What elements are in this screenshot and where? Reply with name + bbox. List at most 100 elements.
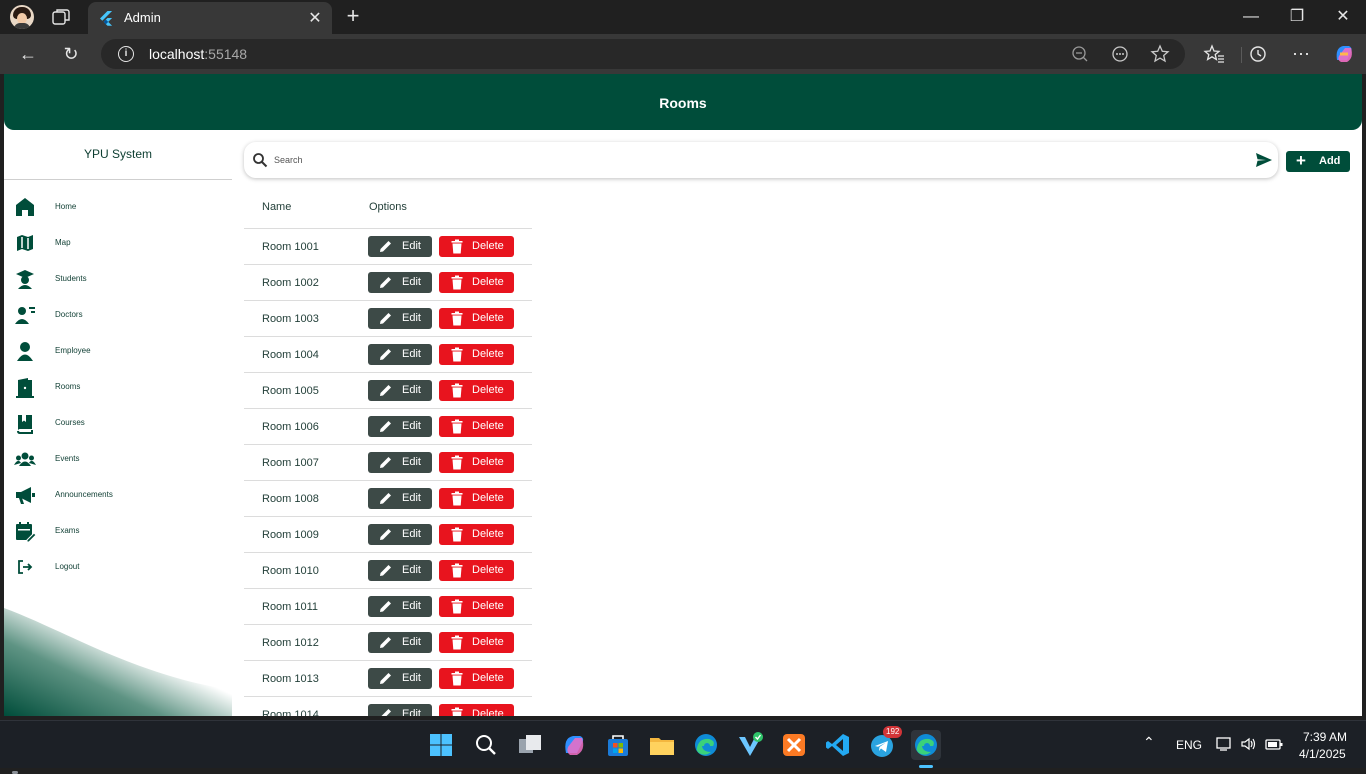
edit-button[interactable]: Edit bbox=[368, 632, 432, 653]
sidebar-item-home[interactable]: Home bbox=[4, 190, 232, 226]
room-name: Room 1004 bbox=[262, 349, 319, 361]
windows-start-icon[interactable] bbox=[426, 730, 456, 760]
delete-button-label: Delete bbox=[472, 348, 504, 360]
column-header-name: Name bbox=[262, 201, 292, 213]
delete-button[interactable]: Delete bbox=[439, 308, 514, 329]
profile-avatar[interactable] bbox=[10, 5, 34, 29]
trash-icon bbox=[451, 635, 463, 650]
edit-button[interactable]: Edit bbox=[368, 452, 432, 473]
zoom-out-icon[interactable] bbox=[1069, 44, 1091, 64]
room-name: Room 1002 bbox=[262, 277, 319, 289]
new-tab-icon[interactable]: + bbox=[342, 4, 364, 28]
network-icon[interactable] bbox=[1216, 736, 1234, 752]
volume-icon[interactable] bbox=[1240, 736, 1258, 752]
minimize-icon[interactable]: — bbox=[1236, 5, 1266, 29]
edit-button[interactable]: Edit bbox=[368, 524, 432, 545]
url-text[interactable]: localhost:55148 bbox=[149, 46, 247, 62]
table-row: Room 1010 Edit Delete bbox=[244, 552, 532, 588]
edit-button[interactable]: Edit bbox=[368, 380, 432, 401]
edit-button[interactable]: Edit bbox=[368, 236, 432, 257]
search-icon[interactable] bbox=[471, 730, 501, 760]
language-indicator[interactable]: ENG bbox=[1176, 738, 1202, 752]
clock-time[interactable]: 7:39 AM bbox=[1303, 730, 1347, 744]
graduation-cap-icon bbox=[16, 270, 34, 289]
sidebar-item-employee[interactable]: Employee bbox=[4, 334, 232, 370]
send-icon[interactable] bbox=[1255, 152, 1273, 168]
copilot-icon[interactable] bbox=[559, 730, 589, 760]
sidebar-item-students[interactable]: Students bbox=[4, 262, 232, 298]
delete-button[interactable]: Delete bbox=[439, 236, 514, 257]
favorites-icon[interactable] bbox=[1201, 42, 1227, 66]
sidebar-item-rooms[interactable]: Rooms bbox=[4, 370, 232, 406]
trash-icon bbox=[451, 275, 463, 290]
delete-button[interactable]: Delete bbox=[439, 452, 514, 473]
edge-active-icon[interactable] bbox=[911, 730, 941, 760]
favorite-star-icon[interactable] bbox=[1149, 44, 1171, 64]
delete-button[interactable]: Delete bbox=[439, 344, 514, 365]
delete-button[interactable]: Delete bbox=[439, 668, 514, 689]
close-window-icon[interactable]: ✕ bbox=[1328, 5, 1358, 29]
room-name: Room 1006 bbox=[262, 421, 319, 433]
history-icon[interactable] bbox=[1245, 42, 1271, 66]
back-icon[interactable]: ← bbox=[15, 42, 41, 66]
task-view-icon[interactable] bbox=[515, 730, 545, 760]
refresh-icon[interactable]: ↻ bbox=[58, 42, 84, 66]
edit-button[interactable]: Edit bbox=[368, 560, 432, 581]
edit-button[interactable]: Edit bbox=[368, 272, 432, 293]
table-row: Room 1006 Edit Delete bbox=[244, 408, 532, 444]
close-tab-icon[interactable]: ✕ bbox=[306, 8, 324, 28]
trash-icon bbox=[451, 383, 463, 398]
edge-icon[interactable] bbox=[691, 730, 721, 760]
microsoft-store-icon[interactable] bbox=[603, 730, 633, 760]
trash-icon bbox=[451, 239, 463, 254]
telegram-icon[interactable]: 192 bbox=[867, 726, 903, 760]
file-explorer-icon[interactable] bbox=[647, 730, 677, 760]
edit-button[interactable]: Edit bbox=[368, 488, 432, 509]
sidebar-item-announcements[interactable]: Announcements bbox=[4, 478, 232, 514]
edit-button[interactable]: Edit bbox=[368, 344, 432, 365]
sidebar-item-logout[interactable]: Logout bbox=[4, 550, 232, 586]
clock-date[interactable]: 4/1/2025 bbox=[1299, 747, 1346, 761]
sidebar-item-courses[interactable]: Courses bbox=[4, 406, 232, 442]
settings-more-icon[interactable]: ⋯ bbox=[1288, 42, 1314, 66]
delete-button[interactable]: Delete bbox=[439, 416, 514, 437]
vscode-icon[interactable] bbox=[823, 730, 853, 760]
trash-icon bbox=[451, 347, 463, 362]
battery-icon[interactable] bbox=[1264, 736, 1284, 752]
pencil-icon bbox=[380, 673, 391, 684]
sidebar-item-map[interactable]: Map bbox=[4, 226, 232, 262]
sidebar-item-events[interactable]: Events bbox=[4, 442, 232, 478]
delete-button[interactable]: Delete bbox=[439, 380, 514, 401]
sidebar-item-exams[interactable]: Exams bbox=[4, 514, 232, 550]
search-input[interactable] bbox=[274, 150, 1234, 170]
tab-actions-icon[interactable] bbox=[50, 7, 72, 27]
edit-button[interactable]: Edit bbox=[368, 596, 432, 617]
xampp-icon[interactable] bbox=[779, 730, 809, 760]
sidebar-item-doctors[interactable]: Doctors bbox=[4, 298, 232, 334]
page-title: Rooms bbox=[659, 95, 707, 111]
delete-button[interactable]: Delete bbox=[439, 488, 514, 509]
vpn-app-icon[interactable] bbox=[735, 730, 765, 760]
add-button[interactable]: + Add bbox=[1286, 151, 1350, 172]
megaphone-icon bbox=[16, 487, 35, 504]
delete-button[interactable]: Delete bbox=[439, 632, 514, 653]
browser-tab-admin[interactable]: Admin ✕ bbox=[88, 2, 332, 34]
show-hidden-icons-icon[interactable]: ⌃ bbox=[1143, 734, 1155, 751]
pencil-icon bbox=[380, 385, 391, 396]
delete-button[interactable]: Delete bbox=[439, 272, 514, 293]
edit-button[interactable]: Edit bbox=[368, 308, 432, 329]
edit-button[interactable]: Edit bbox=[368, 416, 432, 437]
delete-button[interactable]: Delete bbox=[439, 560, 514, 581]
edit-button[interactable]: Edit bbox=[368, 704, 432, 716]
delete-button[interactable]: Delete bbox=[439, 704, 514, 716]
edit-button[interactable]: Edit bbox=[368, 668, 432, 689]
edit-button-label: Edit bbox=[402, 564, 421, 576]
restore-icon[interactable]: ❐ bbox=[1282, 5, 1312, 29]
more-in-bar-icon[interactable] bbox=[1109, 44, 1131, 64]
site-info-icon[interactable]: i bbox=[118, 46, 134, 62]
address-bar[interactable]: i localhost:55148 bbox=[101, 39, 1242, 69]
delete-button[interactable]: Delete bbox=[439, 596, 514, 617]
delete-button[interactable]: Delete bbox=[439, 524, 514, 545]
copilot-icon[interactable] bbox=[1331, 42, 1357, 66]
table-row: Room 1008 Edit Delete bbox=[244, 480, 532, 516]
